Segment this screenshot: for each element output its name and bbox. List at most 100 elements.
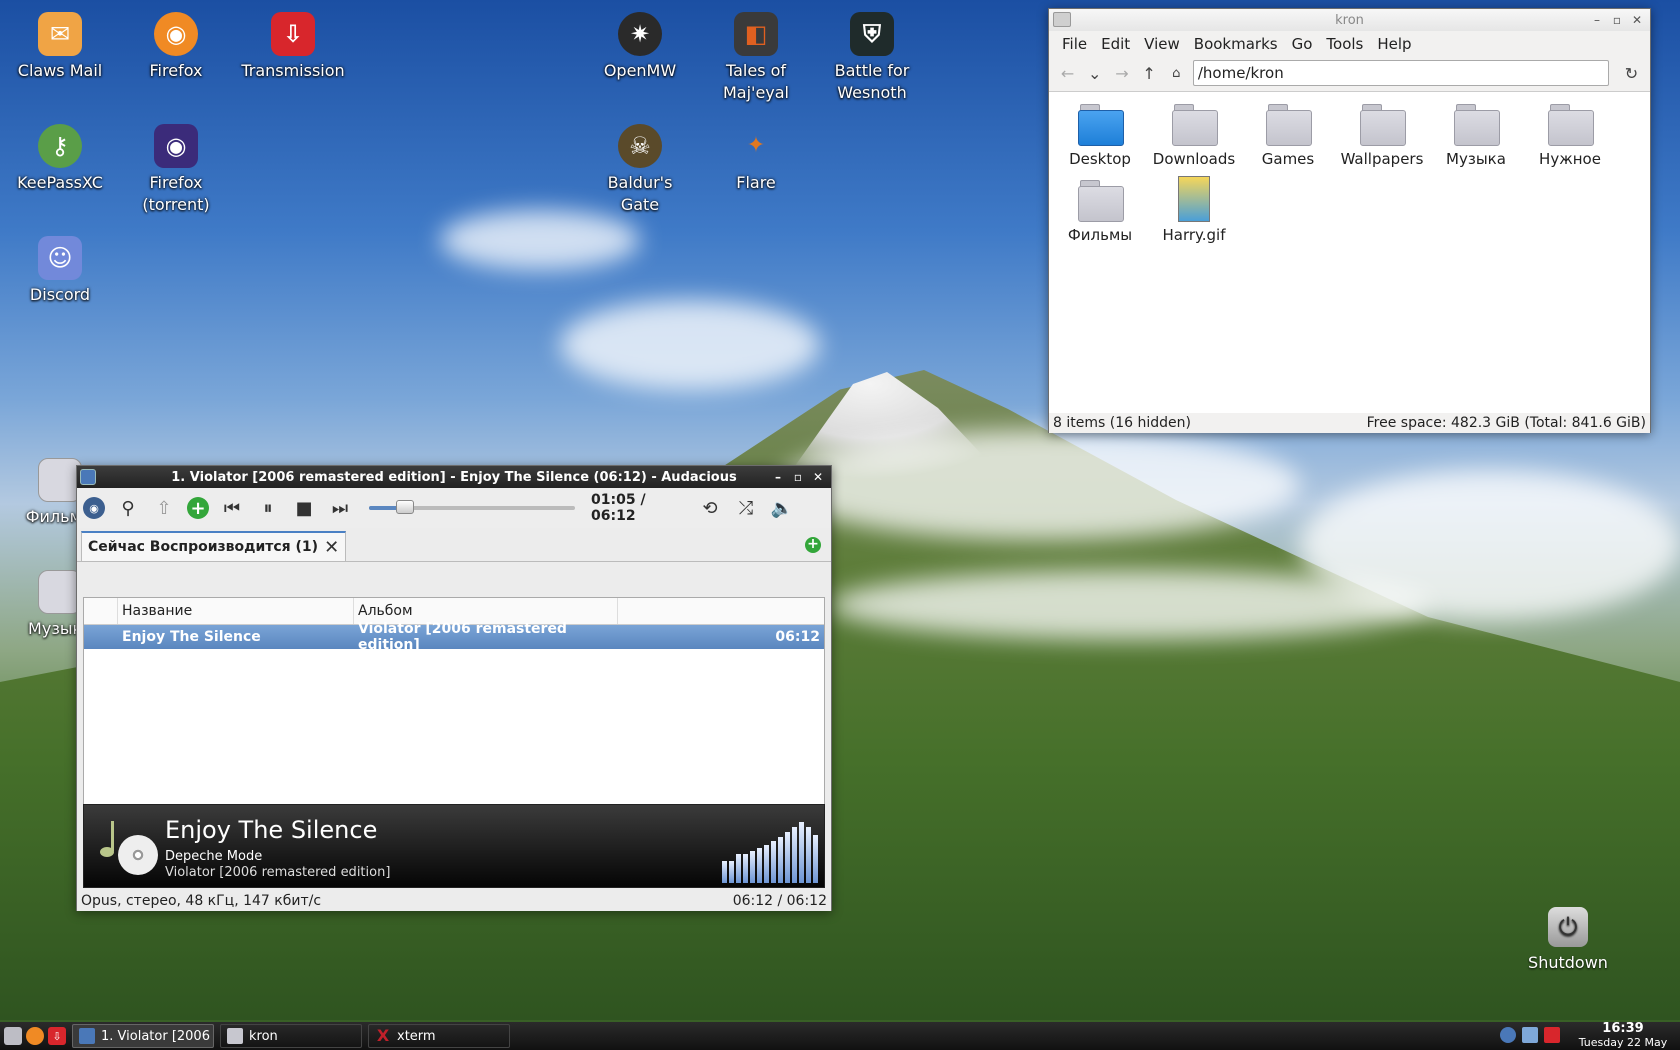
menu-view[interactable]: View: [1139, 33, 1185, 55]
path-input[interactable]: /home/kron: [1192, 60, 1609, 86]
maximize-button[interactable]: ▫: [791, 470, 805, 484]
row-number: [84, 625, 118, 649]
next-track-icon[interactable]: ⏭: [327, 495, 353, 521]
file-item-label: Harry.gif: [1162, 226, 1226, 244]
visualizer-bar: [736, 854, 741, 883]
menu-file[interactable]: File: [1057, 33, 1092, 55]
mail-tray-icon[interactable]: [1522, 1027, 1538, 1043]
reload-icon[interactable]: ↻: [1621, 64, 1642, 83]
taskbar: ⇩ 1. Violator [2006 re... kron X xterm 1…: [0, 1022, 1680, 1050]
file-item-label: Фильмы: [1067, 226, 1133, 244]
now-playing-title: Enjoy The Silence: [165, 816, 378, 844]
column-title[interactable]: Название: [118, 598, 354, 624]
firefox-launcher-icon[interactable]: [26, 1027, 44, 1045]
desktop-icon-keepassxc[interactable]: ⚷ KeePassXC: [2, 124, 118, 194]
desktop-icon-firefox-torrent[interactable]: ◉ Firefox (torrent): [118, 124, 234, 216]
openmw-icon: ✷: [618, 12, 662, 56]
file-item-games[interactable]: Games: [1243, 98, 1333, 168]
power-icon: ⏻: [1548, 907, 1588, 947]
desktop-icon-claws-mail[interactable]: ✉ Claws Mail: [2, 12, 118, 82]
transmission-launcher-icon[interactable]: ⇩: [48, 1027, 66, 1045]
system-tray: [1500, 1027, 1560, 1043]
desktop-folder-icon: [1078, 104, 1124, 146]
minimize-button[interactable]: –: [771, 470, 785, 484]
desktop-icon-openmw[interactable]: ✷ OpenMW: [582, 12, 698, 82]
close-button[interactable]: ✕: [811, 470, 825, 484]
tab-now-playing[interactable]: Сейчас Воспроизводится (1) ✕: [81, 531, 347, 561]
playlist: Название Альбом Enjoy The Silence Violat…: [83, 597, 825, 825]
menu-bookmarks[interactable]: Bookmarks: [1189, 33, 1283, 55]
playlist-length: 06:12 / 06:12: [732, 893, 827, 909]
stop-icon[interactable]: ■: [291, 495, 317, 521]
file-item-downloads[interactable]: Downloads: [1149, 98, 1239, 168]
path-text: /home/kron: [1197, 64, 1284, 82]
seek-handle[interactable]: [396, 500, 415, 514]
column-length[interactable]: [618, 598, 824, 624]
image-thumbnail-icon: [1178, 176, 1210, 222]
volume-icon[interactable]: 🔈: [769, 495, 795, 521]
desktop-icon-shutdown[interactable]: ⏻ Shutdown: [1528, 907, 1608, 972]
search-icon[interactable]: ⚲: [115, 495, 141, 521]
file-item-muzyka[interactable]: Музыка: [1431, 98, 1521, 168]
close-tab-icon[interactable]: ✕: [324, 537, 339, 558]
clock-date: Tuesday 22 May: [1578, 1036, 1668, 1049]
column-number[interactable]: [84, 598, 118, 624]
file-item-wallpapers[interactable]: Wallpapers: [1337, 98, 1427, 168]
menu-tools[interactable]: Tools: [1321, 33, 1368, 55]
maximize-button[interactable]: ▫: [1610, 13, 1624, 27]
desktop-icon-transmission[interactable]: ⇩ Transmission: [234, 12, 352, 82]
window-title: kron: [1335, 12, 1364, 28]
close-button[interactable]: ✕: [1630, 13, 1644, 27]
desktop-icon-battle-for-wesnoth[interactable]: ⛨ Battle for Wesnoth: [814, 12, 930, 104]
folder-icon: [1172, 104, 1218, 146]
desktop-icon-discord[interactable]: ☺ Discord: [2, 236, 118, 306]
menu-help[interactable]: Help: [1372, 33, 1416, 55]
window-controls: – ▫ ✕: [1590, 13, 1644, 27]
desktop-icon-tales-of-majeyal[interactable]: ◧ Tales of Maj'eyal: [698, 12, 814, 104]
file-item-filmy[interactable]: Фильмы: [1055, 174, 1145, 244]
file-item-harry-gif[interactable]: Harry.gif: [1149, 174, 1239, 244]
up-arrow-icon[interactable]: ↑: [1139, 64, 1160, 83]
audacious-tray-icon[interactable]: [1500, 1027, 1516, 1043]
task-audacious[interactable]: 1. Violator [2006 re...: [72, 1024, 214, 1048]
desktop-icon-baldurs-gate[interactable]: ☠ Baldur's Gate: [582, 124, 698, 216]
back-arrow-icon[interactable]: ←: [1057, 64, 1078, 83]
history-dropdown-icon[interactable]: ⌄: [1084, 64, 1105, 83]
pause-icon[interactable]: ⏸: [255, 495, 281, 521]
minimize-button[interactable]: –: [1590, 13, 1604, 27]
home-icon[interactable]: ⌂: [1166, 66, 1187, 81]
playlist-row[interactable]: Enjoy The Silence Violator [2006 remaste…: [84, 621, 824, 653]
file-item-nuzhnoe[interactable]: Нужное: [1525, 98, 1615, 168]
desktop-icon-flare[interactable]: ✦ Flare: [698, 124, 814, 194]
clock[interactable]: 16:39 Tuesday 22 May: [1568, 1022, 1678, 1050]
forward-arrow-icon[interactable]: →: [1111, 64, 1132, 83]
task-xterm[interactable]: X xterm: [368, 1024, 510, 1048]
shuffle-icon[interactable]: ⤮: [733, 495, 759, 521]
time-display: 01:05 / 06:12: [591, 492, 646, 524]
new-playlist-icon[interactable]: +: [805, 537, 821, 553]
desktop-icon-firefox[interactable]: ◉ Firefox: [118, 12, 234, 82]
player-toolbar: ◉ ⚲ ⇧ + ⏮ ⏸ ■ ⏭ 01:05 / 06:12 ⟲ ⤮ 🔈: [77, 488, 831, 528]
visualizer-bar: [764, 845, 769, 883]
menu-go[interactable]: Go: [1287, 33, 1318, 55]
visualizer-bar: [799, 822, 804, 883]
desktop-icon-label: Baldur's Gate: [607, 173, 673, 214]
repeat-icon[interactable]: ⟲: [697, 495, 723, 521]
file-manager-titlebar[interactable]: kron – ▫ ✕: [1049, 9, 1650, 31]
seek-slider[interactable]: [369, 500, 575, 514]
playlist-tabs: Сейчас Воспроизводится (1) ✕ +: [77, 528, 831, 562]
file-item-desktop[interactable]: Desktop: [1055, 98, 1145, 168]
visualizer-bar: [785, 832, 790, 883]
audacious-menu-icon[interactable]: ◉: [83, 497, 105, 519]
add-files-icon[interactable]: +: [187, 497, 209, 519]
window-title: 1. Violator [2006 remastered edition] - …: [171, 469, 737, 485]
transmission-tray-icon[interactable]: [1544, 1027, 1560, 1043]
open-files-icon[interactable]: ⇧: [151, 495, 177, 521]
file-manager-launcher-icon[interactable]: [4, 1027, 22, 1045]
desktop-icon-label: Claws Mail: [17, 61, 103, 80]
file-item-label: Downloads: [1152, 150, 1236, 168]
menu-edit[interactable]: Edit: [1096, 33, 1135, 55]
audacious-titlebar[interactable]: 1. Violator [2006 remastered edition] - …: [77, 466, 831, 488]
previous-track-icon[interactable]: ⏮: [219, 495, 245, 521]
task-file-manager[interactable]: kron: [220, 1024, 362, 1048]
